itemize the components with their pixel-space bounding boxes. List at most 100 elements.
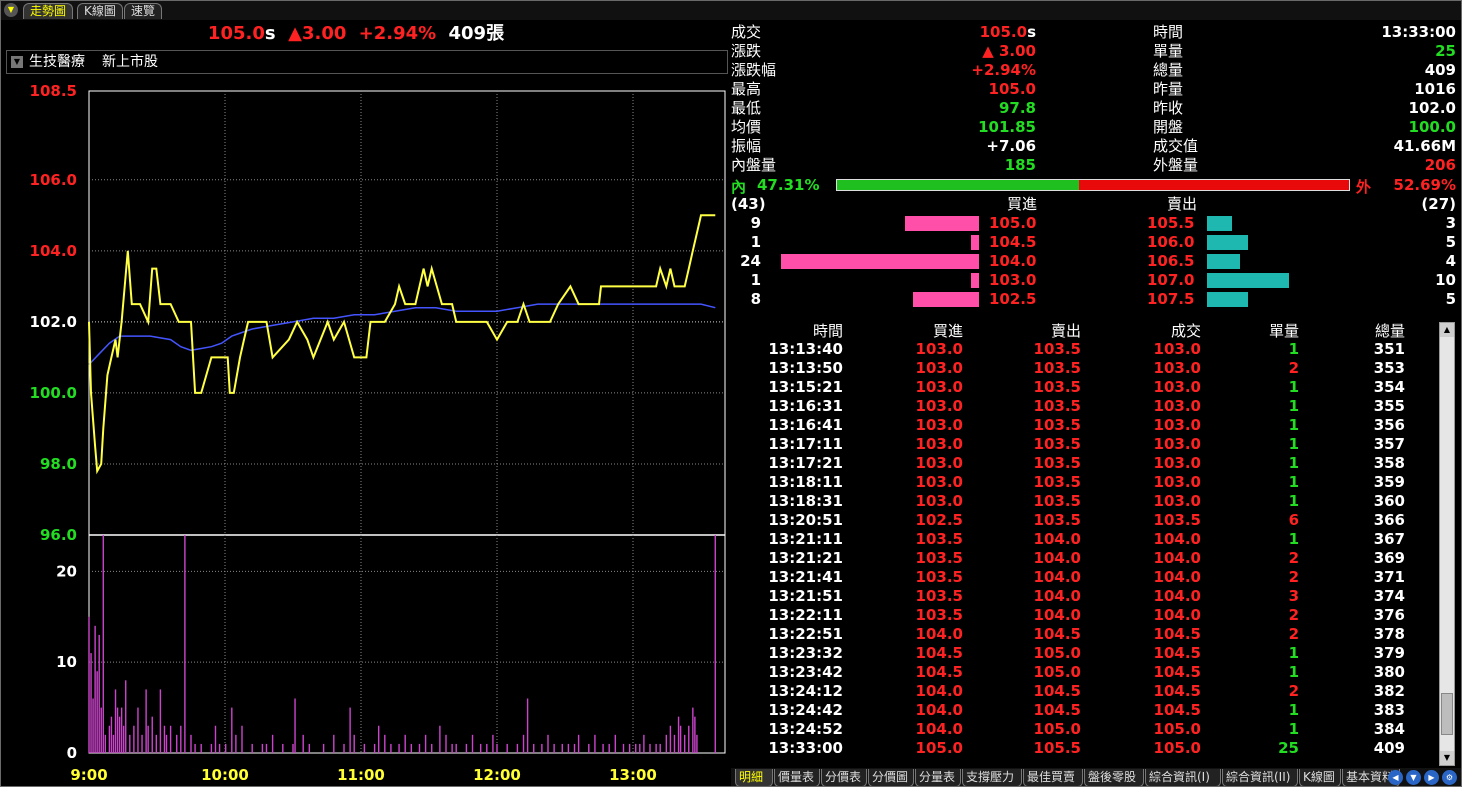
tick-cell: 374 [1373,587,1405,605]
tick-cell: 103.0 [1153,454,1201,472]
bottom-tab[interactable]: 明細 [735,769,773,786]
tick-column-header[interactable]: 總量 [1375,321,1405,340]
bottom-tab[interactable]: 價量表 [774,769,820,786]
tick-row[interactable]: 13:17:21 103.0 103.5 103.0 1 358 [731,454,1436,473]
bottom-tab[interactable]: 綜合資訊(II) [1222,769,1298,786]
info-row-left: 最高 105.0 [731,80,1036,99]
info-value: 100.0 [1408,118,1456,136]
bottom-tab[interactable]: 盤後零股 [1084,769,1144,786]
tick-cell: 103.5 [1033,492,1081,510]
info-label: 漲跌幅 [731,61,777,79]
tick-row[interactable]: 13:16:31 103.0 103.5 103.0 1 355 [731,397,1436,416]
bid-price[interactable]: 105.0 [989,214,1036,233]
price-tick-label: 102.0 [30,313,77,331]
tab-k-line[interactable]: K線圖 [77,3,123,19]
info-value: 409 [1424,61,1456,79]
quote-info-panel: 成交 105.0s 漲跌 ▲ 3.00 漲跌幅 +2.94% 最高 105.0 最低 97.8 均價… [731,23,1456,178]
bottom-tab[interactable]: 分價圖 [868,769,914,786]
tick-cell: 103.0 [915,454,963,472]
tick-row[interactable]: 13:23:32 104.5 105.0 104.5 1 379 [731,644,1436,663]
info-row-right: 外盤量 206 [1153,156,1456,175]
bottom-tab[interactable]: 分量表 [915,769,961,786]
tick-cell: 103.0 [915,340,963,358]
menu-dropdown-icon[interactable]: ▼ [4,3,18,17]
tick-row[interactable]: 13:17:11 103.0 103.5 103.0 1 357 [731,435,1436,454]
tick-row[interactable]: 13:13:40 103.0 103.5 103.0 1 351 [731,340,1436,359]
tick-row[interactable]: 13:24:12 104.0 104.5 104.5 2 382 [731,682,1436,701]
tick-cell: 104.5 [1153,644,1201,662]
info-suffix: s [1027,23,1036,41]
tick-cell: 104.5 [915,663,963,681]
tick-column-header[interactable]: 單量 [1269,321,1299,340]
bottom-tab[interactable]: 綜合資訊(I) [1145,769,1221,786]
tick-row[interactable]: 13:13:50 103.0 103.5 103.0 2 353 [731,359,1436,378]
ask-header: 賣出 [1167,195,1198,213]
tab-trend-chart[interactable]: 走勢圖 [23,3,74,19]
tick-row[interactable]: 13:22:51 104.0 104.5 104.5 2 378 [731,625,1436,644]
tick-cell: 104.0 [1033,568,1081,586]
info-label: 總量 [1153,61,1184,79]
tick-column-header[interactable]: 成交 [1171,321,1201,340]
bid-price[interactable]: 102.5 [989,290,1036,309]
ask-price[interactable]: 107.5 [1147,290,1194,309]
bottom-tab[interactable]: 支撐壓力 [962,769,1022,786]
ask-price[interactable]: 105.5 [1147,214,1194,233]
tick-cell: 13:24:52 [768,720,843,738]
info-row-left: 成交 105.0s [731,23,1036,42]
bottom-tab[interactable]: 分價表 [821,769,867,786]
nav-next-icon[interactable]: ▶ [1424,770,1439,785]
tick-row[interactable]: 13:24:42 104.0 104.5 104.5 1 383 [731,701,1436,720]
intraday-chart[interactable]: 108.5 106.0 104.0 102.0 100.0 98.0 96.0 20 10 0 9:… [1,79,729,787]
tick-column-header[interactable]: 賣出 [1051,321,1081,340]
bottom-tab[interactable]: K線圖 [1299,769,1341,786]
tick-row[interactable]: 13:24:52 104.0 105.0 105.0 1 384 [731,720,1436,739]
tick-cell: 1 [1288,416,1299,434]
info-label: 單量 [1153,42,1184,60]
scroll-up-icon[interactable]: ▲ [1440,323,1454,337]
scroll-down-icon[interactable]: ▼ [1440,751,1454,765]
info-row-right: 昨收 102.0 [1153,99,1456,118]
tick-row[interactable]: 13:20:51 102.5 103.5 103.5 6 366 [731,511,1436,530]
bid-price[interactable]: 104.5 [989,233,1036,252]
ask-price[interactable]: 106.0 [1147,233,1194,252]
tick-row[interactable]: 13:21:51 103.5 104.0 104.0 3 374 [731,587,1436,606]
info-value: 41.66M [1393,137,1456,155]
ratio-bar [836,179,1350,191]
scroll-thumb[interactable] [1441,693,1453,735]
tick-row[interactable]: 13:22:11 103.5 104.0 104.0 2 376 [731,606,1436,625]
tick-cell: 2 [1288,549,1299,567]
bid-price[interactable]: 103.0 [989,271,1036,290]
tick-row[interactable]: 13:16:41 103.0 103.5 103.0 1 356 [731,416,1436,435]
tick-row[interactable]: 13:18:31 103.0 103.5 103.0 1 360 [731,492,1436,511]
tick-row[interactable]: 13:21:41 103.5 104.0 104.0 2 371 [731,568,1436,587]
tick-row[interactable]: 13:21:11 103.5 104.0 104.0 1 367 [731,530,1436,549]
tick-row[interactable]: 13:15:21 103.0 103.5 103.0 1 354 [731,378,1436,397]
ask-price[interactable]: 107.0 [1147,271,1194,290]
tick-row[interactable]: 13:18:11 103.0 103.5 103.0 1 359 [731,473,1436,492]
tick-column-header[interactable]: 買進 [933,321,963,340]
price-tick-label: 106.0 [30,171,77,189]
tick-row[interactable]: 13:33:00 105.0 105.5 105.0 25 409 [731,739,1436,758]
tab-overview[interactable]: 速覽 [124,3,163,19]
nav-prev-icon[interactable]: ◀ [1388,770,1403,785]
tick-column-header[interactable]: 時間 [813,321,843,340]
info-row-left: 漲跌 ▲ 3.00 [731,42,1036,61]
ask-price[interactable]: 106.5 [1147,252,1194,271]
info-row-left: 振幅 +7.06 [731,137,1036,156]
tick-cell: 13:21:21 [768,549,843,567]
nav-settings-icon[interactable]: ⚙ [1442,770,1457,785]
bid-depth-bar [904,216,979,231]
nav-down-icon[interactable]: ▼ [1406,770,1421,785]
tick-scrollbar[interactable]: ▲ ▼ [1439,322,1455,766]
volume: 409 [448,23,487,44]
bottom-tab[interactable]: 最佳買賣 [1023,769,1083,786]
category-sector: 生技醫療 [29,54,85,70]
expand-toggle-icon[interactable]: ▼ [11,56,23,68]
info-value: 25 [1435,42,1456,60]
bid-price[interactable]: 104.0 [989,252,1036,271]
tick-cell: 13:21:51 [768,587,843,605]
tick-row[interactable]: 13:21:21 103.5 104.0 104.0 2 369 [731,549,1436,568]
category-bar: ▼ 生技醫療 新上市股 [6,50,728,74]
bid-header: 買進 [1007,195,1038,213]
tick-row[interactable]: 13:23:42 104.5 105.0 104.5 1 380 [731,663,1436,682]
